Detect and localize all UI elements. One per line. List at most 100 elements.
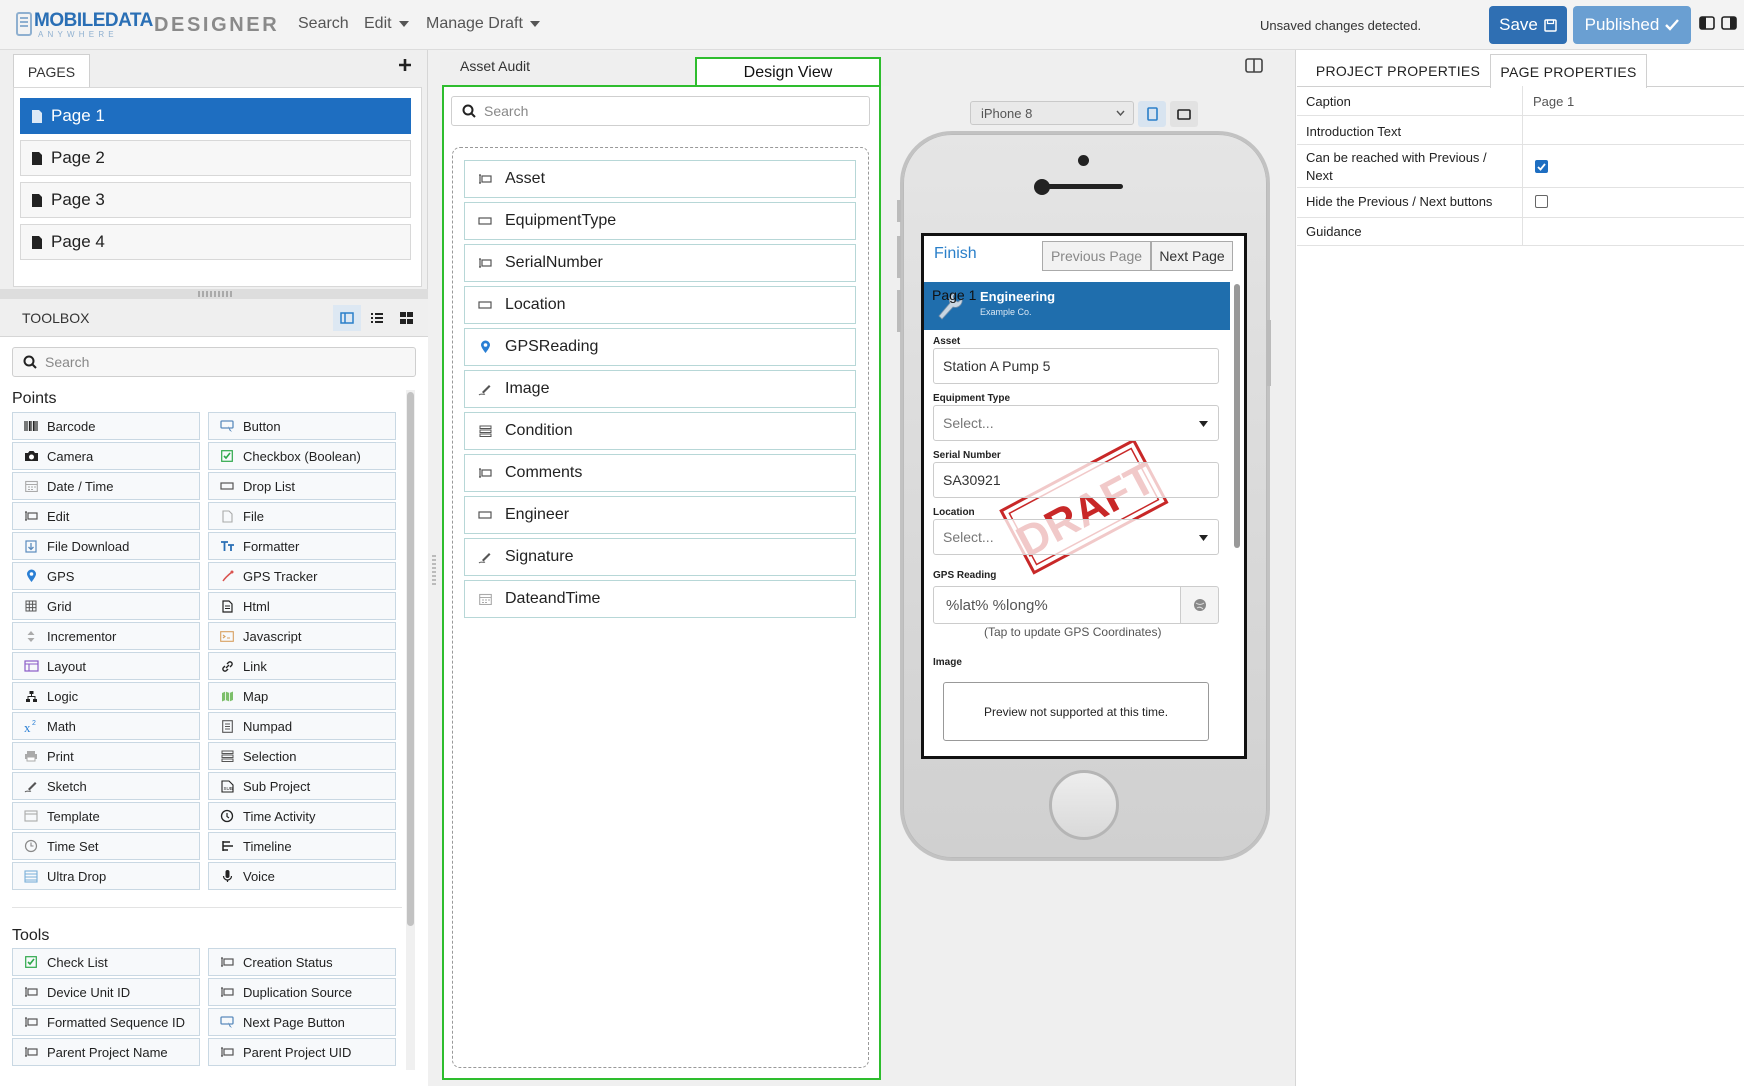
splitter-grip-icon[interactable] <box>198 291 232 297</box>
asset-input[interactable]: Station A Pump 5 <box>933 348 1219 384</box>
tool-time-activity[interactable]: Time Activity <box>208 802 396 830</box>
tool-sub-project[interactable]: SUB Sub Project <box>208 772 396 800</box>
prop-hide-checkbox[interactable] <box>1535 195 1548 208</box>
tool-template[interactable]: Template <box>12 802 200 830</box>
link-icon <box>219 660 235 673</box>
menu-search[interactable]: Search <box>298 15 349 33</box>
tool-formatted-sequence-id[interactable]: Formatted Sequence ID <box>12 1008 200 1036</box>
barcode-icon <box>23 420 39 432</box>
tool-javascript[interactable]: Javascript <box>208 622 396 650</box>
tool-math[interactable]: x 2 Math <box>12 712 200 740</box>
design-field-engineer[interactable]: Engineer <box>464 496 856 534</box>
location-select[interactable]: Select... <box>933 519 1219 555</box>
tool-camera[interactable]: Camera <box>12 442 200 470</box>
tool-gps-tracker[interactable]: GPS Tracker <box>208 562 396 590</box>
tool-selection[interactable]: Selection <box>208 742 396 770</box>
gps-input[interactable]: %lat% %long% <box>933 586 1181 624</box>
design-view-tab[interactable]: Design View <box>695 57 881 87</box>
toolbox-scrollbar-thumb[interactable] <box>407 392 414 926</box>
tool-checkbox-boolean[interactable]: Checkbox (Boolean) <box>208 442 396 470</box>
tool-button[interactable]: Button <box>208 412 396 440</box>
tool-parent-project-uid[interactable]: Parent Project UID <box>208 1038 396 1066</box>
design-field-serialnumber[interactable]: SerialNumber <box>464 244 856 282</box>
tool-layout[interactable]: Layout <box>12 652 200 680</box>
tool-time-set[interactable]: Time Set <box>12 832 200 860</box>
design-field-asset[interactable]: Asset <box>464 160 856 198</box>
landscape-icon[interactable] <box>1170 101 1198 127</box>
design-field-equipmenttype[interactable]: EquipmentType <box>464 202 856 240</box>
design-field-condition[interactable]: Condition <box>464 412 856 450</box>
finish-link[interactable]: Finish <box>934 245 977 263</box>
tool-file-download[interactable]: File Download <box>12 532 200 560</box>
tool-edit[interactable]: Edit <box>12 502 200 530</box>
prop-reach-checkbox[interactable] <box>1535 160 1548 173</box>
menu-manage-draft[interactable]: Manage Draft <box>426 15 540 33</box>
design-field-image[interactable]: Image <box>464 370 856 408</box>
design-field-dateandtime[interactable]: DateandTime <box>464 580 856 618</box>
tool-logic[interactable]: Logic <box>12 682 200 710</box>
serial-number-input[interactable]: SA30921 <box>933 462 1219 498</box>
prop-caption-value[interactable]: Page 1 <box>1533 94 1574 109</box>
tab-page-properties[interactable]: PAGE PROPERTIES <box>1490 54 1647 88</box>
device-select[interactable]: iPhone 8 <box>970 101 1134 125</box>
left-resize-grip-icon[interactable] <box>432 555 436 587</box>
design-field-signature[interactable]: Signature <box>464 538 856 576</box>
banner-title: Engineering <box>980 289 1056 304</box>
design-search[interactable]: Search <box>451 96 870 126</box>
project-tab[interactable]: Asset Audit <box>460 58 530 74</box>
menu-edit[interactable]: Edit <box>364 15 409 33</box>
tool-formatter[interactable]: Formatter <box>208 532 396 560</box>
next-page-button[interactable]: Next Page <box>1151 241 1233 271</box>
tool-drop-list[interactable]: Drop List <box>208 472 396 500</box>
sub-project-icon: SUB <box>219 779 235 793</box>
tool-device-unit-id[interactable]: Device Unit ID <box>12 978 200 1006</box>
tool-creation-status[interactable]: Creation Status <box>208 948 396 976</box>
add-page-icon[interactable] <box>398 58 412 72</box>
view-grid-icon[interactable] <box>392 305 420 331</box>
previous-page-button[interactable]: Previous Page <box>1042 241 1151 271</box>
page-item[interactable]: Page 3 <box>20 182 411 218</box>
prop-reach-key: Can be reached with Previous / Next <box>1306 150 1487 183</box>
tool-print[interactable]: Print <box>12 742 200 770</box>
phone-scrollbar[interactable] <box>1234 284 1240 548</box>
panel-toggle-right-icon[interactable] <box>1721 16 1737 30</box>
design-field-gpsreading[interactable]: GPSReading <box>464 328 856 366</box>
tool-grid[interactable]: Grid <box>12 592 200 620</box>
tool-link[interactable]: Link <box>208 652 396 680</box>
save-button[interactable]: Save <box>1489 6 1567 44</box>
tool-voice[interactable]: Voice <box>208 862 396 890</box>
tool-timeline[interactable]: Timeline <box>208 832 396 860</box>
tool-check-list[interactable]: Check List <box>12 948 200 976</box>
tab-project-properties[interactable]: PROJECT PROPERTIES <box>1309 54 1487 88</box>
tool-incrementor[interactable]: Incrementor <box>12 622 200 650</box>
tool-gps[interactable]: GPS <box>12 562 200 590</box>
view-list-icon[interactable] <box>363 305 391 331</box>
pages-tab[interactable]: PAGES <box>13 54 90 88</box>
page-item[interactable]: Page 1 <box>20 98 411 134</box>
split-layout-icon[interactable] <box>1245 58 1263 73</box>
published-button[interactable]: Published <box>1573 6 1691 44</box>
view-split-icon[interactable] <box>333 305 361 331</box>
design-field-location[interactable]: Location <box>464 286 856 324</box>
tool-date-time[interactable]: Date / Time <box>12 472 200 500</box>
tool-sketch[interactable]: Sketch <box>12 772 200 800</box>
tool-html[interactable]: Html <box>208 592 396 620</box>
tool-barcode[interactable]: Barcode <box>12 412 200 440</box>
tool-numpad[interactable]: Numpad <box>208 712 396 740</box>
page-item[interactable]: Page 2 <box>20 140 411 176</box>
gps-refresh-button[interactable] <box>1180 586 1219 624</box>
panel-toggle-icon[interactable] <box>1699 16 1715 30</box>
portrait-icon[interactable] <box>1138 101 1166 127</box>
tool-file[interactable]: File <box>208 502 396 530</box>
tool-map[interactable]: Map <box>208 682 396 710</box>
tool-duplication-source[interactable]: Duplication Source <box>208 978 396 1006</box>
tool-label: Button <box>243 418 281 434</box>
page-item[interactable]: Page 4 <box>20 224 411 260</box>
equipment-type-select[interactable]: Select... <box>933 405 1219 441</box>
checkbox-icon <box>23 956 39 968</box>
tool-parent-project-name[interactable]: Parent Project Name <box>12 1038 200 1066</box>
toolbox-search[interactable]: Search <box>12 347 416 377</box>
tool-next-page-button[interactable]: Next Page Button <box>208 1008 396 1036</box>
design-field-comments[interactable]: Comments <box>464 454 856 492</box>
tool-ultra-drop[interactable]: Ultra Drop <box>12 862 200 890</box>
